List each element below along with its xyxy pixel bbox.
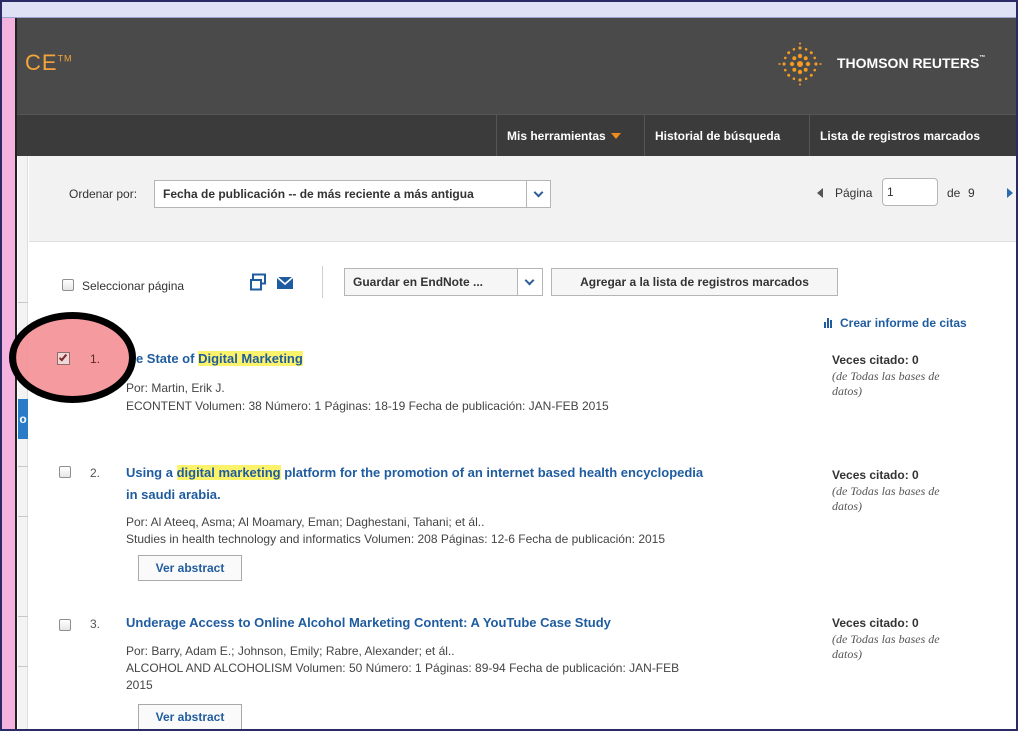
sort-label: Ordenar por: [69,187,138,201]
record-checkbox[interactable] [59,619,71,631]
left-sidebar-strip [18,156,28,729]
record-source: ALCOHOL AND ALCOHOLISM Volumen: 50 Númer… [126,661,680,675]
site-header: CETM THOMSON REUTERS™ [2,18,1016,114]
sort-select[interactable]: Fecha de publicación -- de más reciente … [154,180,551,208]
product-logo-fragment[interactable]: CETM [25,50,73,76]
chevron-down-icon[interactable] [517,269,542,295]
view-abstract-button[interactable]: Ver abstract [138,555,242,581]
top-strip [2,2,1016,18]
record-source: Studies in health technology and informa… [126,532,666,546]
sidebar-divider [18,616,28,617]
record-title-link[interactable]: Using a digital marketing platform for t… [126,463,703,483]
bar-chart-icon [824,318,834,328]
record-title-link[interactable]: Underage Access to Online Alcohol Market… [126,613,611,633]
browser-page: CETM THOMSON REUTERS™ Mis herramientas H… [0,0,1018,731]
times-cited[interactable]: Veces citado: 0 [832,616,919,630]
record-number: 3. [90,617,101,631]
record-title-link-line2[interactable]: in saudi arabia. [126,485,221,505]
view-abstract-button[interactable]: Ver abstract [138,704,242,729]
sidebar-divider [18,302,28,303]
times-cited-note: datos) [832,647,862,661]
print-icon[interactable] [250,273,268,291]
previous-page-icon[interactable] [817,188,823,198]
nav-my-tools[interactable]: Mis herramientas [496,115,631,157]
sidebar-divider [18,466,28,467]
times-cited[interactable]: Veces citado: 0 [832,353,919,367]
citation-report-link[interactable]: Crear informe de citas [824,316,967,330]
page-of-label: de [947,186,961,200]
record-number: 1. [90,352,101,366]
times-cited-note: datos) [832,384,862,398]
brand-name: THOMSON REUTERS™ [837,55,986,71]
record-authors: Por: Martin, Erik J. [126,381,225,395]
sidebar-divider [18,666,28,667]
page-number-input[interactable] [882,178,938,206]
record-source-line2: 2015 [126,678,153,692]
times-cited-note: (de Todas las bases de [832,632,940,646]
save-to-select[interactable]: Guardar en EndNote ... [344,268,543,296]
select-page-checkbox[interactable] [62,279,74,291]
email-icon[interactable] [277,277,293,289]
times-cited[interactable]: Veces citado: 0 [832,468,919,482]
next-page-icon[interactable] [1007,188,1013,198]
chevron-down-icon[interactable] [526,181,550,207]
sort-selected-value: Fecha de publicación -- de más reciente … [163,187,474,201]
top-navigation: Mis herramientas Historial de búsqueda L… [2,114,1016,157]
page-total: 9 [968,186,975,200]
save-to-selected-value: Guardar en EndNote ... [353,275,484,289]
record-source: ECONTENT Volumen: 38 Número: 1 Páginas: … [126,399,609,413]
nav-search-history[interactable]: Historial de búsqueda [644,115,790,157]
add-to-marked-list-button[interactable]: Agregar a la lista de registros marcados [551,268,838,296]
checkmark-icon [58,352,68,362]
nav-marked-list[interactable]: Lista de registros marcados [809,115,990,157]
select-page-label: Seleccionar página [82,279,185,293]
annotation-highlight-ellipse [9,312,136,403]
record-authors: Por: Barry, Adam E.; Johnson, Emily; Rab… [126,644,455,658]
record-checkbox[interactable] [59,466,71,478]
record-checkbox-checked[interactable] [57,352,70,365]
record-title-link[interactable]: he State of Digital Marketing [128,349,303,369]
record-authors: Por: Al Ateeq, Asma; Al Moamary, Eman; D… [126,515,485,529]
sort-bar: Ordenar por: Fecha de publicación -- de … [29,156,1016,242]
toolbar-divider [322,266,323,298]
times-cited-note: (de Todas las bases de [832,484,940,498]
thomson-reuters-logo-icon [778,42,822,86]
record-number: 2. [90,466,101,480]
sidebar-divider [18,516,28,517]
times-cited-note: (de Todas las bases de [832,369,940,383]
sidebar-tab[interactable]: o [18,399,28,439]
page-label: Página [835,186,873,200]
times-cited-note: datos) [832,499,862,513]
chevron-down-icon [610,133,621,139]
